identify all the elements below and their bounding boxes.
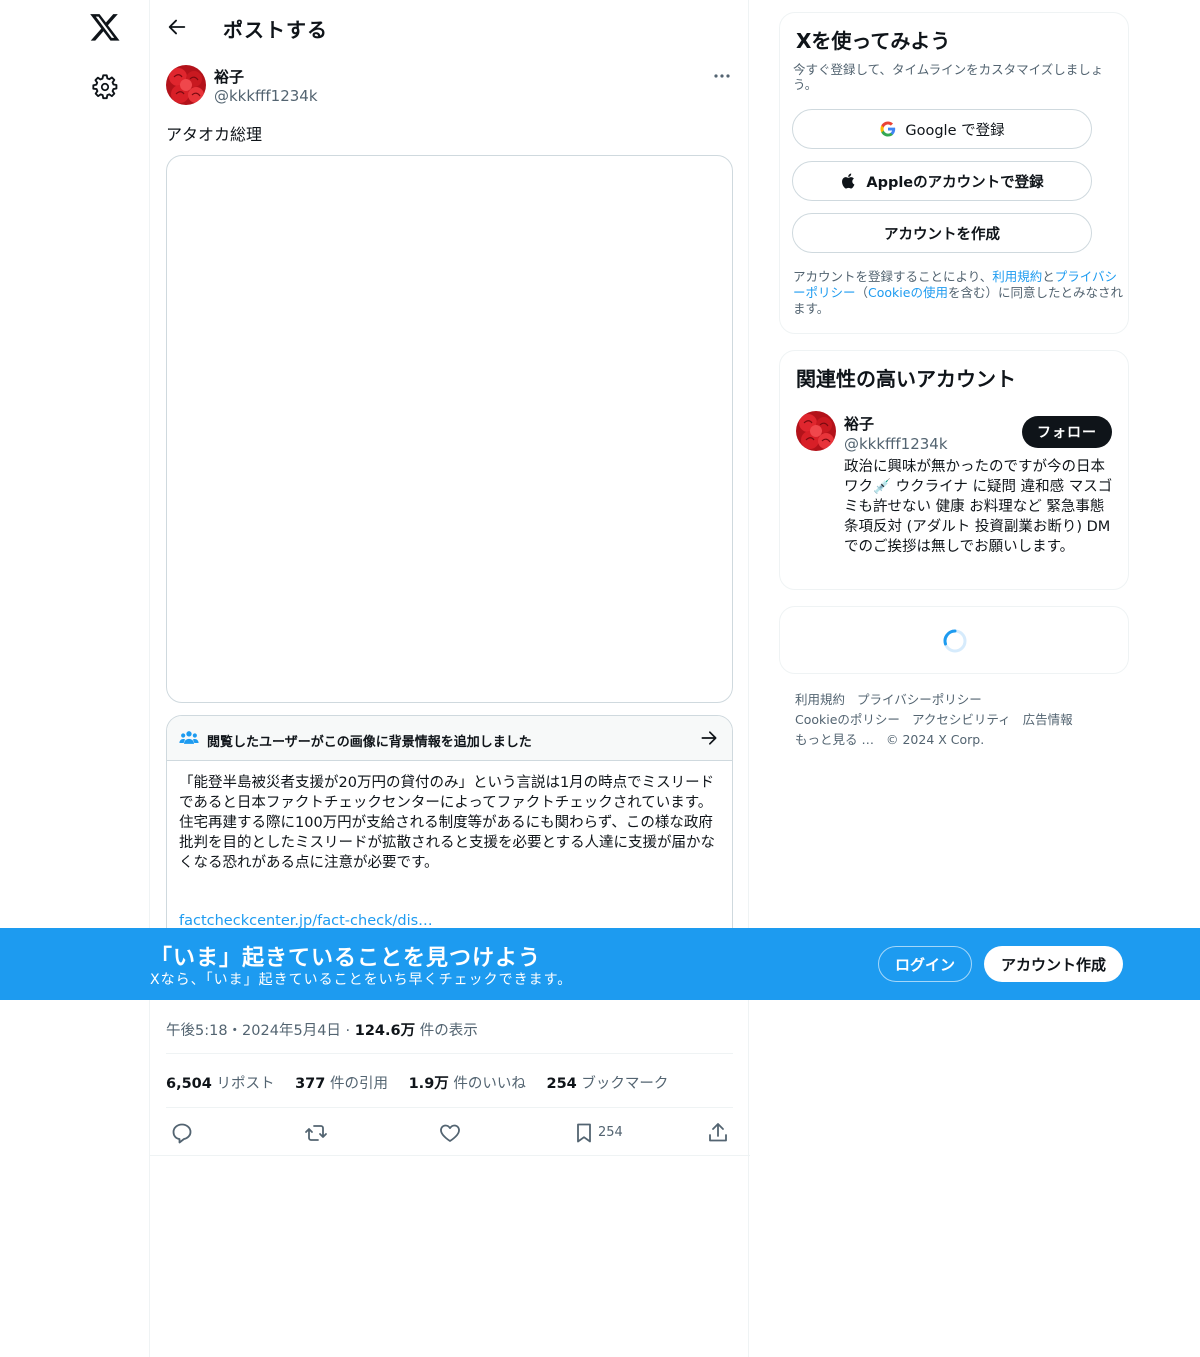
loading-spinner-icon [943, 629, 967, 653]
cookie-use-link[interactable]: Cookieの使用 [868, 285, 948, 300]
create-account-label: アカウントを作成 [884, 226, 1000, 243]
post-timestamp[interactable]: 午後5:18・2024年5月4日 [166, 1023, 341, 1039]
gear-icon[interactable] [91, 73, 119, 101]
repost-icon[interactable] [304, 1121, 328, 1145]
stat-value: 1.9万 [408, 1076, 449, 1092]
apple-icon [842, 173, 855, 189]
avatar[interactable] [166, 65, 206, 105]
footer-link-more[interactable]: もっと見る … [795, 732, 874, 747]
heart-icon[interactable] [438, 1121, 462, 1145]
post-stats: 6,504 リポスト 377 件の引用 1.9万 件のいいね 254 ブックマー… [166, 1072, 684, 1093]
apple-signup-button[interactable]: Appleのアカウントで登録 [792, 161, 1092, 201]
meta-separator: · [345, 1023, 351, 1039]
stat-value: 6,504 [166, 1076, 212, 1092]
signup-banner: 「いま」起きていることを見つけよう Xなら、「いま」起きていることをいち早くチェ… [0, 928, 1200, 1000]
avatar-image [796, 411, 836, 451]
stat-value: 254 [546, 1076, 577, 1092]
community-note: 閲覧したユーザーがこの画像に背景情報を追加しました 「能登半島被災者支援が20万… [166, 715, 733, 945]
left-navigation [0, 0, 150, 1357]
related-avatar[interactable] [796, 411, 836, 451]
stat-quotes[interactable]: 377 件の引用 [295, 1076, 388, 1092]
stat-label: 件のいいね [453, 1076, 526, 1092]
related-name[interactable]: 裕子 [844, 413, 874, 434]
signup-terms: アカウントを登録することにより、利用規約とプライバシーポリシー（Cookieの使… [793, 269, 1123, 317]
post-image[interactable] [166, 155, 733, 703]
terms-of-service-link[interactable]: 利用規約 [992, 269, 1042, 284]
divider [166, 1053, 733, 1054]
stat-label: リポスト [216, 1076, 275, 1092]
google-signup-label: Google で登録 [905, 122, 1005, 139]
loading-card [779, 606, 1129, 674]
banner-title: 「いま」起きていることを見つけよう [150, 946, 542, 971]
post-text: アタオカ総理 [166, 125, 263, 144]
banner-subtitle: Xなら、「いま」起きていることをいち早くチェックできます。 [150, 972, 573, 988]
community-note-header[interactable]: 閲覧したユーザーがこの画像に背景情報を追加しました [167, 716, 732, 761]
google-icon [880, 121, 896, 137]
banner-signup-button[interactable]: アカウント作成 [984, 946, 1123, 982]
terms-text: アカウントを登録することにより、 [793, 269, 993, 284]
related-handle[interactable]: @kkkfff1234k [844, 435, 948, 453]
signup-description: 今すぐ登録して、タイムラインをカスタマイズしましょう。 [793, 62, 1104, 92]
footer-link-ads[interactable]: 広告情報 [1023, 712, 1073, 727]
related-bio: 政治に興味が無かったのですが今の日本 ワク💉 ウクライナ に疑問 違和感 マスゴ… [844, 459, 1113, 555]
people-icon [179, 731, 199, 744]
community-note-body: 「能登半島被災者支援が20万円の貸付のみ」という言説は1月の時点でミスリードであ… [179, 775, 716, 871]
view-count: 124.6万 [354, 1023, 416, 1039]
divider [150, 1155, 750, 1156]
stat-value: 377 [295, 1076, 326, 1092]
share-icon[interactable] [706, 1121, 730, 1145]
arrow-right-icon[interactable] [699, 728, 719, 748]
divider [166, 1107, 733, 1108]
create-account-button[interactable]: アカウントを作成 [792, 213, 1092, 253]
post-meta: 午後5:18・2024年5月4日 · 124.6万 件の表示 [166, 1019, 478, 1040]
footer-link-terms[interactable]: 利用規約 [795, 692, 845, 707]
view-count-label: 件の表示 [419, 1023, 478, 1039]
bookmark-icon[interactable] [572, 1121, 596, 1145]
community-note-link[interactable]: factcheckcenter.jp/fact-check/dis… [179, 913, 433, 929]
apple-signup-label: Appleのアカウントで登録 [866, 174, 1044, 191]
community-note-title: 閲覧したユーザーがこの画像に背景情報を追加しました [207, 735, 532, 750]
author-handle[interactable]: @kkkfff1234k [214, 87, 318, 105]
footer-link-privacy[interactable]: プライバシーポリシー [857, 692, 982, 707]
stat-bookmarks: 254 ブックマーク [547, 1076, 669, 1092]
bookmark-count: 254 [598, 1125, 623, 1140]
x-logo-icon[interactable] [89, 11, 121, 43]
footer-copyright: © 2024 X Corp. [885, 732, 985, 747]
arrow-left-icon[interactable] [166, 16, 188, 38]
stat-likes[interactable]: 1.9万 件のいいね [409, 1076, 526, 1092]
terms-text: と [1042, 269, 1055, 284]
author-name[interactable]: 裕子 [214, 66, 244, 87]
reply-icon[interactable] [170, 1121, 194, 1145]
follow-button[interactable]: フォロー [1022, 416, 1112, 448]
more-options-icon[interactable] [712, 66, 732, 86]
main-column: ポストする 裕子 @kkkfff1234k アタオカ総理 閲覧したユーザーがこの… [149, 0, 750, 1357]
footer-link-cookie[interactable]: Cookieのポリシー [795, 712, 900, 727]
footer-link-accessibility[interactable]: アクセシビリティ [912, 712, 1011, 727]
stat-reposts[interactable]: 6,504 リポスト [166, 1076, 274, 1092]
top-bar: ポストする [150, 0, 750, 54]
stat-label: ブックマーク [581, 1076, 669, 1092]
related-accounts-card: 関連性の高いアカウント 裕子 @kkkfff1234k フォロー 政治に興味が無… [779, 350, 1129, 590]
signup-title: Xを使ってみよう [796, 29, 951, 53]
page-title: ポストする [223, 18, 328, 42]
footer-links: 利用規約 プライバシーポリシー Cookieのポリシー アクセシビリティ 広告情報 も… [795, 690, 1125, 750]
related-accounts-title: 関連性の高いアカウント [796, 367, 1016, 391]
signup-card: Xを使ってみよう 今すぐ登録して、タイムラインをカスタマイズしましょう。 Goo… [779, 12, 1129, 334]
google-signup-button[interactable]: Google で登録 [792, 109, 1092, 149]
avatar-image [166, 65, 206, 105]
stat-label: 件の引用 [329, 1076, 388, 1092]
login-button[interactable]: ログイン [878, 946, 972, 982]
terms-text: （ [855, 285, 869, 300]
